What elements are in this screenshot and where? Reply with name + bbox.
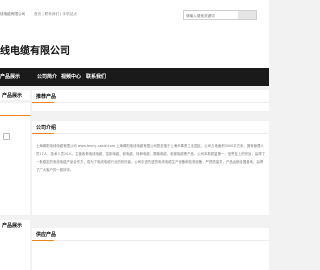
sidebar-accent-line	[0, 115, 30, 116]
search-button[interactable]	[238, 11, 256, 19]
top-bar: 线电缆有限公司 首页 | 联系我们 | 手机站点	[0, 0, 269, 34]
panel-divider	[32, 240, 269, 241]
panel-accent-line	[32, 133, 54, 134]
company-intro-text: 上海闻阳电线电缆有限公司 www.fenny-cable.com 上海闻阳电线电…	[36, 144, 266, 172]
sidebar-category	[0, 103, 30, 215]
panel-accent-line	[32, 240, 54, 241]
main-nav: 产品展示 公司简介 视频中心 联系我们	[0, 68, 269, 86]
panel-divider	[32, 102, 269, 103]
nav-item-contact[interactable]: 联系我们	[86, 73, 106, 80]
panel-title: 推荐产品	[36, 94, 57, 100]
recommended-panel: 推荐产品	[32, 90, 269, 111]
nav-item-products[interactable]: 产品展示	[0, 73, 20, 80]
nav-item-about[interactable]: 公司简介	[37, 73, 57, 80]
intro-panel: 公司介绍 上海闻阳电线电缆有限公司 www.fenny-cable.com 上海…	[32, 121, 269, 215]
search-box	[183, 10, 257, 20]
panel-divider	[32, 133, 269, 134]
panel-accent-line	[32, 102, 54, 103]
sidebar-thumb-icon[interactable]	[3, 133, 10, 140]
top-bar-company-name: 线电缆有限公司	[0, 12, 26, 16]
sidebar-title: 产品展示	[2, 223, 23, 229]
latest-products-panel: 供应产品	[32, 228, 269, 270]
top-bar-links[interactable]: 首页 | 联系我们 | 手机站点	[34, 12, 77, 17]
nav-item-videos[interactable]: 视频中心	[61, 73, 81, 80]
site-title: 线电缆有限公司	[0, 46, 70, 57]
panel-title: 供应产品	[36, 232, 57, 238]
sidebar-title: 产品展示	[2, 93, 23, 99]
site-header: 线电缆有限公司	[0, 34, 269, 68]
sidebar-products-2: 产品展示	[0, 220, 30, 270]
search-input[interactable]	[186, 12, 238, 19]
sidebar-products: 产品展示	[0, 90, 30, 100]
panel-title: 公司介绍	[36, 125, 57, 131]
